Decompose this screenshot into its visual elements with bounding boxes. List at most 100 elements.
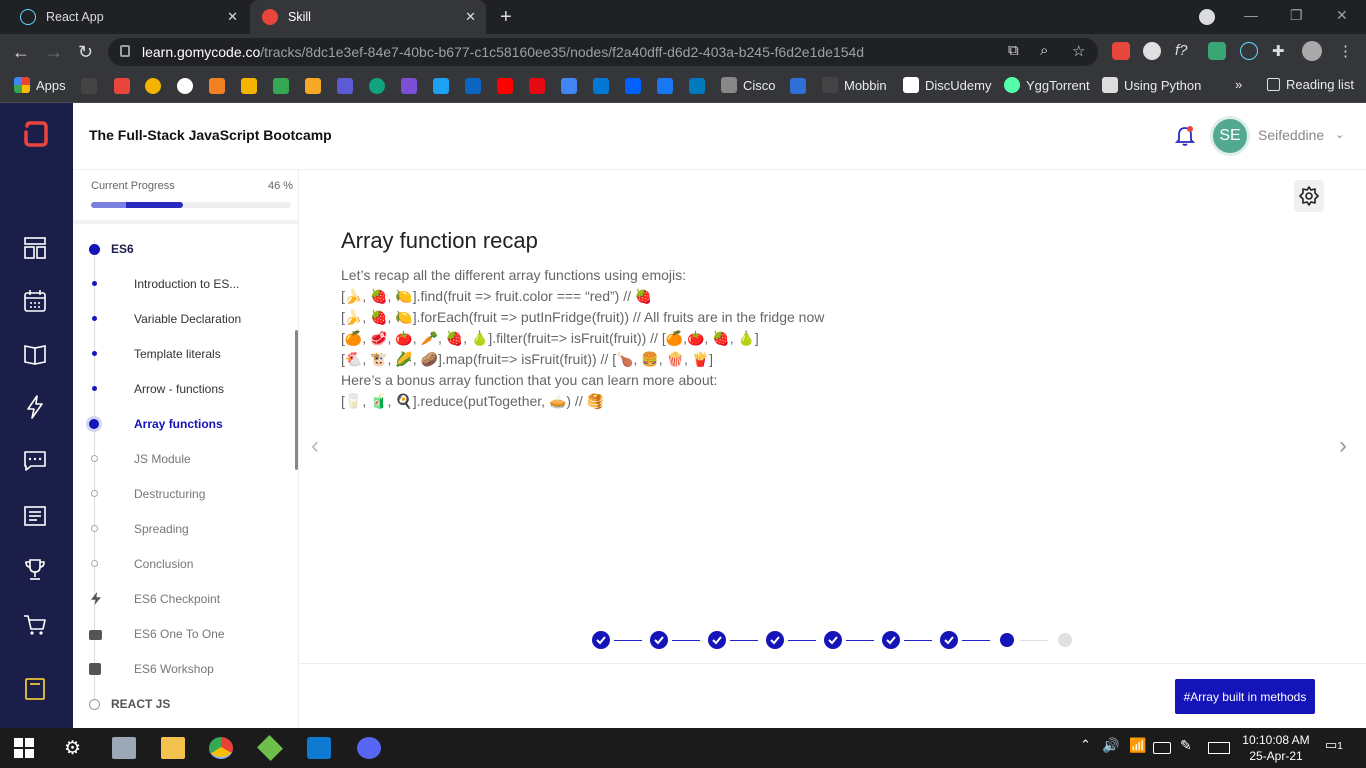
sidebar-item[interactable]: Variable Declaration [73, 304, 293, 334]
bookmark-icon[interactable] [790, 78, 806, 94]
back-icon[interactable]: ← [12, 42, 30, 62]
sidebar-item[interactable]: ES6 One To One [73, 619, 293, 649]
bookmark-yggtorrent[interactable]: YggTorrent [1004, 77, 1090, 93]
sidebar-item[interactable]: Destructuring [73, 479, 293, 509]
trello-icon[interactable] [689, 78, 705, 94]
sidebar-item[interactable]: JS Module [73, 444, 293, 474]
netflix-icon[interactable] [529, 78, 545, 94]
volume-icon[interactable]: 🔊 [1102, 737, 1126, 759]
bookmark-icon[interactable] [369, 78, 385, 94]
bookmark-apps[interactable]: Apps [14, 77, 66, 93]
sidebar-item[interactable]: ES6 Checkpoint [73, 584, 293, 614]
step-done[interactable] [592, 631, 610, 649]
react-devtools-icon[interactable] [1240, 42, 1258, 60]
bookmark-icon[interactable] [145, 78, 161, 94]
sidebar-item[interactable]: Conclusion [73, 549, 293, 579]
open-in-app-icon[interactable]: ⧉ [1008, 42, 1019, 59]
step-current[interactable] [1000, 633, 1014, 647]
notebook-icon[interactable] [22, 676, 48, 702]
step-todo[interactable] [1058, 633, 1072, 647]
cart-icon[interactable] [22, 612, 48, 638]
chat-icon[interactable] [22, 448, 48, 474]
bookmark-icon[interactable] [337, 78, 353, 94]
minimize-icon[interactable]: — [1244, 7, 1258, 23]
twitter-icon[interactable] [433, 78, 449, 94]
translate-icon[interactable] [561, 78, 577, 94]
menu-icon[interactable]: ⋮ [1338, 42, 1356, 60]
github-icon[interactable] [177, 78, 193, 94]
restore-icon[interactable]: ❐ [1290, 7, 1303, 24]
bookmarks-overflow-icon[interactable]: » [1235, 77, 1242, 92]
chevron-up-icon[interactable]: ⌃ [1080, 737, 1104, 759]
article-icon[interactable] [22, 503, 48, 529]
scrollbar[interactable] [295, 330, 298, 470]
youtube-icon[interactable] [497, 78, 513, 94]
dropbox-icon[interactable] [625, 78, 641, 94]
forward-icon[interactable]: → [45, 42, 63, 62]
book-icon[interactable] [22, 341, 48, 367]
bookmark-discudemy[interactable]: DiscUdemy [903, 77, 991, 93]
next-arrow-icon[interactable]: › [1339, 432, 1347, 460]
avatar[interactable]: SE [1210, 116, 1250, 156]
tab-react-app[interactable]: React App ✕ [8, 0, 248, 34]
bookmark-icon[interactable] [657, 78, 673, 94]
sidebar-item[interactable]: ES6 Workshop [73, 654, 293, 684]
file-explorer-icon[interactable] [161, 737, 185, 759]
trophy-icon[interactable] [22, 557, 48, 583]
git-icon[interactable] [256, 734, 284, 762]
extension-icon[interactable]: f? [1175, 42, 1193, 60]
stackoverflow-icon[interactable] [209, 78, 225, 94]
settings-gear-icon[interactable]: ⚙ [64, 737, 88, 759]
bookmark-star-icon[interactable]: ☆ [1072, 42, 1085, 60]
sidebar-item[interactable]: Arrow - functions [73, 374, 293, 404]
clock[interactable]: 10:10:08 AM 25-Apr-21 [1240, 732, 1312, 764]
linkedin-icon[interactable] [465, 78, 481, 94]
step-done[interactable] [650, 631, 668, 649]
calendar-icon[interactable] [22, 288, 48, 314]
windows-start-icon[interactable] [14, 738, 34, 758]
dashboard-icon[interactable] [22, 235, 48, 261]
address-bar[interactable]: learn.gomycode.co/tracks/8dc1e3ef-84e7-4… [108, 38, 1098, 66]
bookmark-icon[interactable] [401, 78, 417, 94]
step-done[interactable] [940, 631, 958, 649]
close-tab-icon[interactable]: ✕ [465, 9, 476, 25]
outlook-icon[interactable] [593, 78, 609, 94]
sidebar-item[interactable]: ES6 [73, 234, 293, 264]
bookmark-icon[interactable] [273, 78, 289, 94]
pen-icon[interactable]: ✎ [1180, 737, 1204, 759]
bookmark-icon[interactable] [81, 78, 97, 94]
window-close-icon[interactable]: ✕ [1336, 7, 1348, 24]
gomycode-logo-icon[interactable] [22, 120, 50, 148]
keyboard-icon[interactable] [1208, 742, 1230, 754]
sidebar-item[interactable]: Array functions [73, 409, 293, 439]
step-done[interactable] [882, 631, 900, 649]
extension-icon[interactable] [1208, 42, 1226, 60]
sidebar-item[interactable]: REACT JS [73, 689, 293, 719]
reload-icon[interactable]: ↻ [78, 42, 93, 62]
step-done[interactable] [766, 631, 784, 649]
chrome-icon[interactable] [209, 737, 233, 759]
vscode-icon[interactable] [307, 737, 331, 759]
new-tab-button[interactable]: + [500, 6, 512, 29]
lightning-icon[interactable] [22, 394, 48, 420]
bookmark-icon[interactable] [305, 78, 321, 94]
battery-icon[interactable] [1153, 742, 1171, 754]
step-done[interactable] [824, 631, 842, 649]
extension-icon[interactable] [1112, 42, 1130, 60]
sidebar-item[interactable]: Spreading [73, 514, 293, 544]
step-done[interactable] [708, 631, 726, 649]
bookmark-mobbin[interactable]: Mobbin [822, 77, 887, 93]
extension-icon[interactable] [1143, 42, 1161, 60]
username[interactable]: Seifeddine [1258, 127, 1324, 143]
tab-skill[interactable]: Skill ✕ [250, 0, 486, 34]
bookmark-cisco[interactable]: Cisco [721, 77, 776, 93]
tag-button[interactable]: #Array built in methods [1175, 679, 1315, 714]
sidebar-item[interactable]: Introduction to ES... [73, 269, 293, 299]
sidebar-item[interactable]: Template literals [73, 339, 293, 369]
app-icon[interactable] [112, 737, 136, 759]
bookmark-icon[interactable] [114, 78, 130, 94]
puzzle-icon[interactable]: ✚ [1272, 42, 1290, 60]
profile-icon[interactable] [1302, 41, 1322, 61]
notification-center-icon[interactable]: ▭1 [1325, 737, 1349, 759]
settings-button[interactable] [1294, 180, 1324, 212]
